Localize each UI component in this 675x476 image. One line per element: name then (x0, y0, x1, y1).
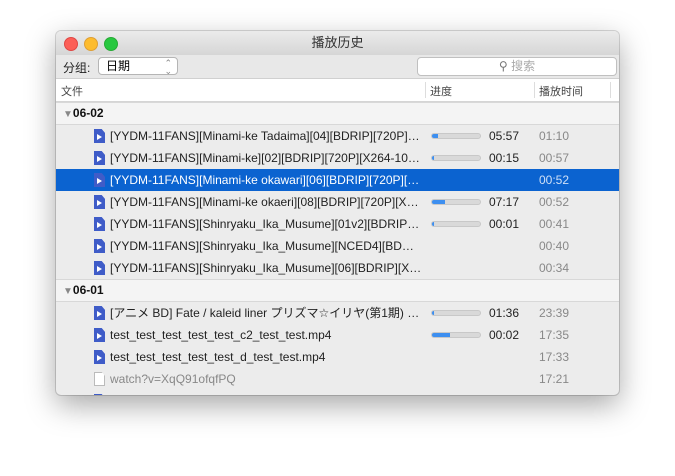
list-item[interactable]: test_test_test_test_test_c2_test_test.mp… (56, 324, 619, 346)
progress-time: 00:15 (489, 151, 520, 165)
file-name: [YYDM-11FANS][Minami-ke Tadaima][04][BDR… (110, 129, 422, 143)
document-icon (94, 372, 105, 386)
column-header-play-time[interactable]: 播放时间 (539, 83, 583, 99)
play-time: 00:52 (539, 173, 570, 187)
table-header: 文件 进度 播放时间 (56, 79, 619, 102)
list-item[interactable]: [YYDM-11FANS][Shinryaku_Ika_Musume][NCED… (56, 235, 619, 257)
progress-time: 00:20 (489, 390, 519, 395)
play-time: 17:21 (539, 372, 570, 386)
file-name: [YYDM-11FANS][Shinryaku_Ika_Musume][NCED… (110, 239, 422, 253)
title-bar: 播放历史 (56, 31, 619, 55)
file-name: test_test_test_test_test_d_test_test.mp4 (110, 350, 326, 364)
disclosure-triangle-icon[interactable]: ▼ (63, 286, 73, 297)
list-item[interactable]: watch?v=XqQ91ofqfPQ 17:21 (56, 368, 619, 390)
playback-history-window: 播放历史 分组: 日期 ⌃ ⌄ ⚲ 搜索 文件 进度 播放时间 ▼06-02 [YY… (56, 31, 619, 395)
group-select-value: 日期 (106, 59, 131, 73)
progress-time: 07:17 (489, 195, 520, 209)
play-time: 01:20 (539, 390, 569, 395)
progress-bar (431, 199, 481, 205)
close-button[interactable] (64, 37, 78, 51)
play-time: 01:10 (539, 129, 570, 143)
play-time: 00:52 (539, 195, 570, 209)
file-name: [YYDM-11FANS][Shinryaku_Ika_Musume][06][… (110, 261, 422, 275)
file-name: watch?v=XqQ91ofqfPQ (110, 372, 236, 386)
group-date: 06-01 (72, 283, 104, 297)
play-time: 00:40 (539, 239, 570, 253)
history-list: ▼06-02 [YYDM-11FANS][Minami-ke Tadaima][… (56, 102, 619, 395)
video-file-icon (94, 195, 105, 209)
search-input[interactable]: ⚲ 搜索 (417, 57, 617, 76)
file-name: [YYDM-11FANS][Minami-ke okaeri][08][BDRI… (110, 195, 422, 209)
video-file-icon (94, 394, 105, 395)
video-file-icon (94, 217, 105, 231)
group-label: 分组: (63, 61, 91, 75)
file-name: test_test_test_test_test_c2_test_test.mp… (110, 328, 332, 342)
video-file-icon (94, 350, 105, 364)
column-header-progress[interactable]: 进度 (430, 83, 452, 99)
list-item[interactable]: [YYDM-11FANS][Minami-ke okaeri][08][BDRI… (56, 191, 619, 213)
window-title: 播放历史 (311, 35, 364, 50)
list-item[interactable]: [YYDM-11FANS][Shinryaku_Ika_Musume][01v2… (56, 213, 619, 235)
file-name: [YYDM-11FANS][Minami-ke okawari][06][BDR… (110, 173, 422, 187)
play-time: 00:34 (539, 261, 570, 275)
group-select[interactable]: 日期 ⌃ ⌄ (98, 57, 178, 76)
play-time: 00:57 (539, 151, 570, 165)
video-file-icon (94, 151, 105, 165)
file-name: [アニメ BD] Fate / kaleid liner プリズマ☆イリヤ(第1… (110, 306, 422, 320)
search-placeholder: 搜索 (511, 59, 536, 73)
play-time: 00:41 (539, 217, 570, 231)
group-date: 06-02 (72, 106, 104, 120)
disclosure-triangle-icon[interactable]: ▼ (63, 109, 73, 120)
video-file-icon (94, 261, 105, 275)
zoom-button[interactable] (104, 37, 118, 51)
progress-time: 05:57 (489, 129, 520, 143)
progress-time: 01:36 (489, 306, 520, 320)
video-file-icon (94, 173, 105, 187)
column-header-file[interactable]: 文件 (61, 83, 83, 99)
play-time: 17:35 (539, 328, 570, 342)
play-time: 17:33 (539, 350, 570, 364)
list-item[interactable]: [アニメ BD] Fate / kaleid liner プリズマ☆イリヤ(第1… (56, 302, 619, 324)
chevron-updown-icon: ⌃ ⌄ (164, 58, 172, 76)
group-header[interactable]: ▼06-02 (56, 102, 619, 125)
list-item[interactable]: test_test_test_test_test_d_test_test.mp4… (56, 346, 619, 368)
list-item[interactable]: [YYDM-11FANS][Minami-ke okawari][06][BDR… (56, 169, 619, 191)
progress-bar (431, 310, 481, 316)
list-item[interactable]: [YYDM-11FANS][Minami-ke][02][BDRIP][720P… (56, 147, 619, 169)
progress-bar (431, 133, 481, 139)
progress-time: 00:02 (489, 328, 520, 342)
play-time: 23:39 (539, 306, 570, 320)
video-file-icon (94, 328, 105, 342)
video-file-icon (94, 306, 105, 320)
progress-bar (431, 332, 481, 338)
video-file-icon (94, 239, 105, 253)
file-name: [YYDM-11FANS][Shinryaku_Ika_Musume][01v2… (110, 217, 422, 231)
file-name: [YYDM-11FANS][Minami-ke][02][BDRIP][720P… (110, 151, 422, 165)
toolbar: 分组: 日期 ⌃ ⌄ ⚲ 搜索 (56, 55, 619, 79)
list-item[interactable]: [YYDM-11FANS][Shinryaku_Ika_Musume][06][… (56, 257, 619, 279)
progress-bar (431, 221, 481, 227)
list-item[interactable]: [YYDM-11FANS][Minami-ke Tadaima][04][BDR… (56, 125, 619, 147)
group-header[interactable]: ▼06-01 (56, 279, 619, 302)
search-icon: ⚲ (498, 59, 508, 73)
progress-time: 00:01 (489, 217, 520, 231)
video-file-icon (94, 129, 105, 143)
list-item[interactable]: [YYDM-11FANS][Minami-ke okawari][07][BDR… (56, 390, 619, 395)
progress-bar (431, 155, 481, 161)
file-name: [YYDM-11FANS][Minami-ke okawari][07][BDR… (110, 390, 422, 395)
minimize-button[interactable] (84, 37, 98, 51)
